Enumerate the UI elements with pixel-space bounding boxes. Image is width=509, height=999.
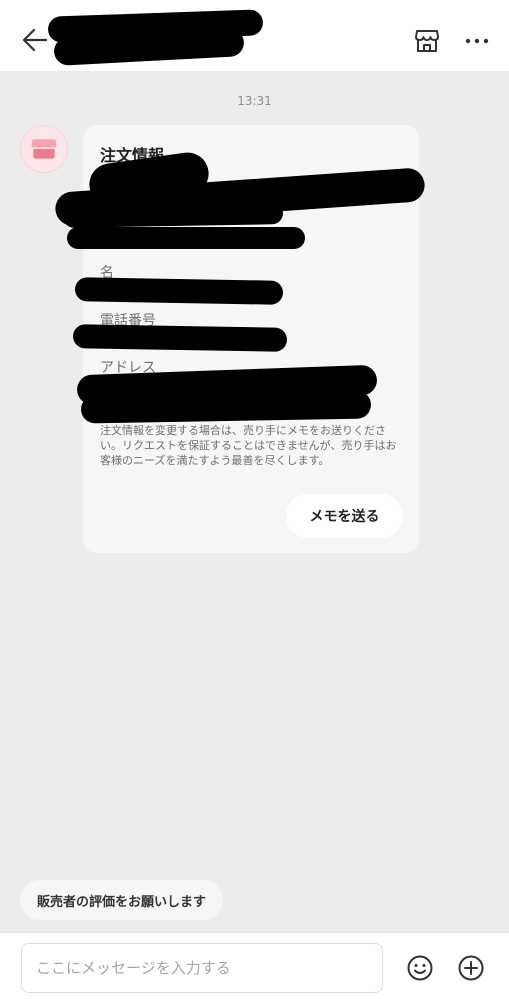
redaction-mark	[67, 227, 305, 249]
shop-icon	[31, 139, 57, 159]
change-notice-text: 注文情報を変更する場合は、売り手にメモをお送りください。リクエストを保証すること…	[100, 424, 397, 467]
more-options-icon[interactable]	[462, 26, 492, 56]
add-attachment-icon[interactable]	[456, 953, 486, 983]
message-composer	[0, 932, 509, 999]
redaction-mark	[62, 202, 284, 228]
rate-seller-chip[interactable]: 販売者の評価をお願いします	[20, 880, 224, 920]
redaction-mark	[74, 277, 284, 305]
order-info-card: 注文情報 名 電話番号 アドレス 注文情報を変更する場合は、売り手にメモをお送り…	[54, 125, 426, 553]
seller-avatar[interactable]	[20, 125, 68, 173]
redaction-mark	[80, 390, 372, 424]
header: e	[0, 0, 509, 71]
message-input[interactable]	[21, 943, 383, 993]
back-arrow-icon[interactable]	[18, 24, 50, 56]
chat-screen: e 13:31 注文情報 名	[0, 0, 509, 999]
redaction-mark	[72, 324, 288, 352]
send-memo-button[interactable]: メモを送る	[286, 494, 403, 538]
message-timestamp: 13:31	[237, 94, 272, 108]
store-icon[interactable]	[412, 26, 442, 56]
emoji-icon[interactable]	[405, 953, 435, 983]
